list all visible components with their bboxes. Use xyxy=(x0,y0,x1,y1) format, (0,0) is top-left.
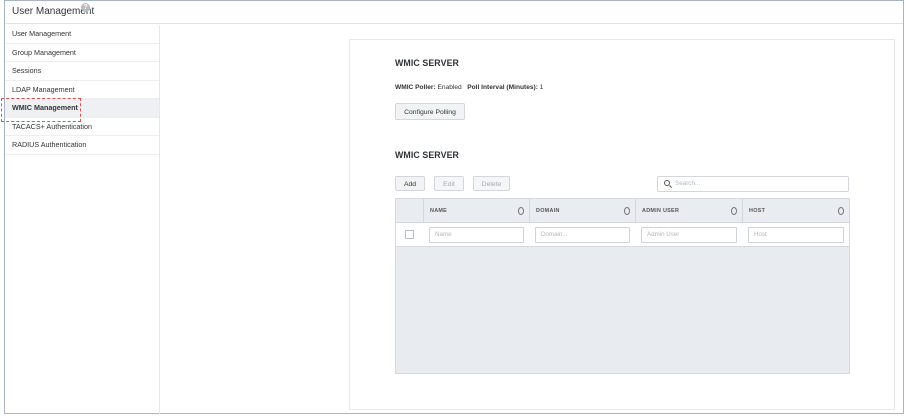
admin-user-filter-input[interactable]: Admin User xyxy=(641,227,737,243)
sidebar-item-ldap-management[interactable]: LDAP Management xyxy=(5,81,159,99)
column-header-label: HOST xyxy=(749,208,766,214)
sort-icon[interactable] xyxy=(731,207,737,215)
sidebar-item-radius-authentication[interactable]: RADIUS Authentication xyxy=(5,136,159,155)
host-filter-input[interactable]: Host xyxy=(748,227,844,243)
column-header-label: DOMAIN xyxy=(536,208,560,214)
column-header-admin-user[interactable]: ADMIN USER xyxy=(635,199,742,223)
content-panel: WMIC SERVER WMIC Poller: Enabled Poll In… xyxy=(349,39,895,410)
delete-button[interactable]: Delete xyxy=(473,176,510,191)
sidebar-item-user-management[interactable]: User Management xyxy=(5,25,159,44)
search-input[interactable]: Search... xyxy=(675,180,700,187)
poller-value: Enabled xyxy=(437,84,462,91)
poller-status-line: WMIC Poller: Enabled Poll Interval (Minu… xyxy=(395,84,543,91)
interval-label: Poll Interval (Minutes): xyxy=(467,84,538,91)
add-button[interactable]: Add xyxy=(395,176,425,191)
window-frame: User Management ? User Management Group … xyxy=(1,0,904,414)
help-icon[interactable]: ? xyxy=(81,3,90,12)
sort-icon[interactable] xyxy=(624,207,630,215)
column-header-domain[interactable]: DOMAIN xyxy=(529,199,635,223)
select-all-checkbox[interactable] xyxy=(405,230,414,239)
interval-value: 1 xyxy=(539,84,544,91)
sort-icon[interactable] xyxy=(518,207,524,215)
table-header: NAME DOMAIN ADMIN USER HOST xyxy=(396,199,849,223)
sort-icon[interactable] xyxy=(838,207,844,215)
sidebar: User Management Group Management Session… xyxy=(5,25,160,414)
sidebar-item-sessions[interactable]: Sessions xyxy=(5,62,159,81)
edit-button[interactable]: Edit xyxy=(434,176,464,191)
domain-filter-input[interactable]: Domain... xyxy=(535,227,630,243)
search-box[interactable]: Search... xyxy=(657,176,849,192)
column-header-name[interactable]: NAME xyxy=(423,199,529,223)
poller-label: WMIC Poller: xyxy=(395,84,436,91)
search-icon xyxy=(664,180,670,186)
poller-section-title: WMIC SERVER xyxy=(395,58,459,68)
configure-polling-button[interactable]: Configure Polling xyxy=(395,103,465,120)
highlight-annotation xyxy=(1,98,81,122)
filter-row: Name Domain... Admin User Host xyxy=(396,223,849,247)
title-bar: User Management ? xyxy=(5,1,903,24)
column-header-label: ADMIN USER xyxy=(642,208,680,214)
servers-section-title: WMIC SERVER xyxy=(395,150,459,160)
column-header-label: NAME xyxy=(430,208,448,214)
column-header-host[interactable]: HOST xyxy=(742,199,849,223)
wmic-server-table: NAME DOMAIN ADMIN USER HOST Name Domain.… xyxy=(395,198,850,374)
sidebar-item-group-management[interactable]: Group Management xyxy=(5,44,159,62)
name-filter-input[interactable]: Name xyxy=(429,227,524,243)
